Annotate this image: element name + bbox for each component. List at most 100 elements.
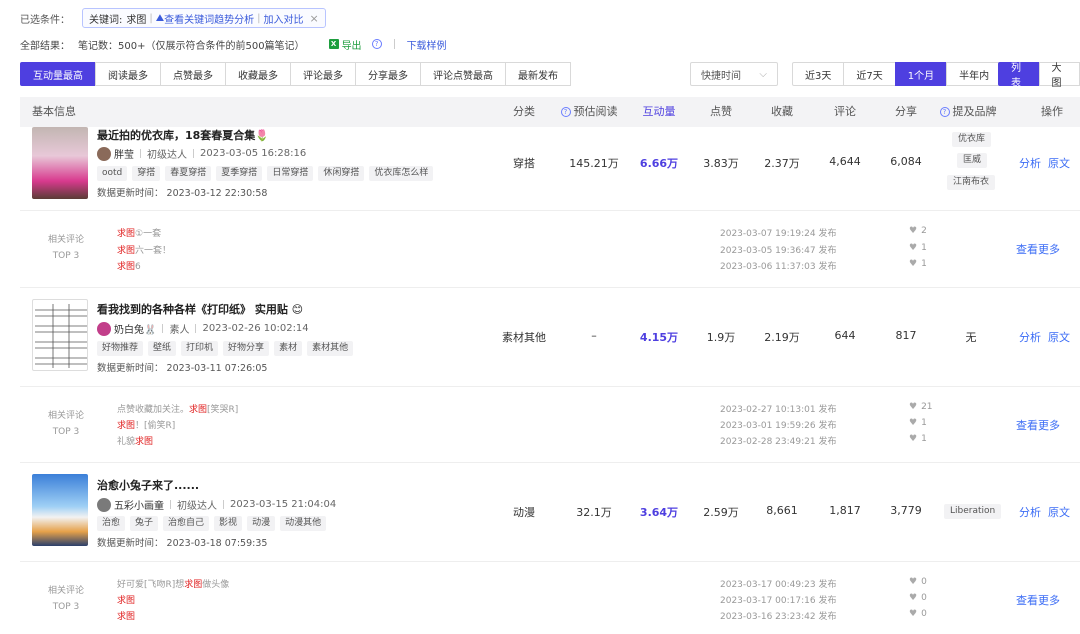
col-comments[interactable]: 评论 xyxy=(825,97,865,127)
comments-value: 1,817 xyxy=(829,504,861,517)
author-level: 素人 xyxy=(169,325,190,336)
brand-tag[interactable]: Liberation xyxy=(944,504,1002,519)
original-link[interactable]: 原文 xyxy=(1048,504,1070,520)
tag[interactable]: 动漫 xyxy=(247,516,276,531)
note-thumbnail[interactable] xyxy=(32,474,88,546)
est-read-value: – xyxy=(591,329,597,342)
tab-half-year[interactable]: 半年内 xyxy=(946,62,1003,86)
author-name[interactable]: 五彩小画童 xyxy=(114,497,164,512)
view-more-link[interactable]: 查看更多 xyxy=(1016,241,1060,257)
time-select[interactable]: 快捷时间 ⌵ xyxy=(690,62,778,86)
author-name[interactable]: 胖莹 xyxy=(114,146,134,161)
avatar[interactable] xyxy=(97,321,111,336)
heart-icon: ♥ xyxy=(909,259,918,269)
tab-3-days[interactable]: 近3天 xyxy=(792,62,845,86)
author-name[interactable]: 奶白兔🐰 xyxy=(114,321,156,336)
comment-text: 求图 xyxy=(117,596,136,606)
tab-sort-comments[interactable]: 评论最多 xyxy=(290,62,356,86)
top-comments: 相关评论 TOP 3 求图①一套 求图六一套！ 求图6 2023-03-07 19… xyxy=(20,222,1080,282)
avatar[interactable] xyxy=(97,146,111,161)
excel-icon: X xyxy=(328,39,339,49)
download-sample-link[interactable]: 下载样例 xyxy=(407,37,447,52)
interaction-value: 6.66万 xyxy=(639,157,679,170)
note-thumbnail[interactable] xyxy=(32,299,88,371)
tag[interactable]: 休闲穿搭 xyxy=(318,166,365,181)
original-link[interactable]: 原文 xyxy=(1048,329,1070,345)
tag[interactable]: 治愈自己 xyxy=(163,516,210,531)
help-icon[interactable]: ? xyxy=(371,39,382,49)
col-category: 分类 xyxy=(513,105,535,118)
analyze-link[interactable]: 分析 xyxy=(1019,504,1041,520)
col-collects[interactable]: 收藏 xyxy=(762,97,802,127)
tag[interactable]: 优衣库怎么样 xyxy=(369,166,434,181)
note-title[interactable]: 治愈小兔子来了...... xyxy=(97,477,199,493)
comment-likes: ♥ 21 xyxy=(909,402,933,412)
col-shares[interactable]: 分享 xyxy=(886,97,926,127)
tab-sort-latest[interactable]: 最新发布 xyxy=(505,62,571,86)
note-title[interactable]: 看我找到的各种各样《打印纸》 实用贴 😊 xyxy=(97,301,303,317)
interaction-value: 4.15万 xyxy=(639,331,679,344)
view-more-link[interactable]: 查看更多 xyxy=(1016,592,1060,608)
tag[interactable]: 好物分享 xyxy=(223,341,270,356)
brand-tag[interactable]: 优衣库 xyxy=(952,132,992,147)
category-value: 动漫 xyxy=(513,506,535,519)
original-link[interactable]: 原文 xyxy=(1048,155,1070,171)
tab-sort-likes[interactable]: 点赞最多 xyxy=(160,62,226,86)
view-list-button[interactable]: 列表 xyxy=(998,62,1040,89)
chevron-down-icon: ⌵ xyxy=(759,68,767,80)
tab-sort-reads[interactable]: 阅读最多 xyxy=(95,62,161,86)
trend-analysis-link[interactable]: 查看关键词趋势分析 xyxy=(164,11,254,26)
comment-date: 2023-03-17 00:17:16 发布 xyxy=(720,596,837,606)
tab-sort-comment-likes[interactable]: 评论点赞最高 xyxy=(420,62,506,86)
tag[interactable]: 素材 xyxy=(274,341,303,356)
tag[interactable]: 打印机 xyxy=(181,341,219,356)
tag[interactable]: 穿搭 xyxy=(132,166,161,181)
comment-date: 2023-03-05 19:36:47 发布 xyxy=(720,246,837,256)
note-thumbnail[interactable] xyxy=(32,127,88,199)
collects-value: 2.19万 xyxy=(764,331,800,344)
tag[interactable]: 日常穿搭 xyxy=(267,166,314,181)
tab-sort-interaction[interactable]: 互动量最高 xyxy=(20,62,96,86)
tab-sort-collects[interactable]: 收藏最多 xyxy=(225,62,291,86)
col-interaction[interactable]: 互动量 xyxy=(637,97,681,127)
selected-filters-label: 已选条件： xyxy=(20,14,70,26)
analyze-link[interactable]: 分析 xyxy=(1019,155,1041,171)
avatar[interactable] xyxy=(97,497,111,512)
view-grid-button[interactable]: 大图 xyxy=(1038,62,1080,89)
tab-7-days[interactable]: 近7天 xyxy=(843,62,896,86)
col-likes[interactable]: 点赞 xyxy=(701,97,741,127)
tag[interactable]: 兔子 xyxy=(130,516,159,531)
category-value: 素材其他 xyxy=(502,331,546,344)
view-more-link[interactable]: 查看更多 xyxy=(1016,417,1060,433)
analyze-link[interactable]: 分析 xyxy=(1019,329,1041,345)
tag[interactable]: 影视 xyxy=(214,516,243,531)
note-title[interactable]: 最近拍的优衣库，18套春夏合集🌷 xyxy=(97,127,269,143)
comments-value: 644 xyxy=(834,329,856,342)
tag[interactable]: 动漫其他 xyxy=(280,516,327,531)
add-compare-link[interactable]: 加入对比 xyxy=(264,11,304,26)
collects-value: 2.37万 xyxy=(764,157,800,170)
tab-1-month[interactable]: 1个月 xyxy=(894,62,948,86)
tab-sort-shares[interactable]: 分享最多 xyxy=(355,62,421,86)
tag[interactable]: 素材其他 xyxy=(307,341,354,356)
export-button[interactable]: X 导出 xyxy=(328,37,362,52)
publish-time: 2023-03-15 21:04:04 xyxy=(230,499,337,510)
comment-likes: ♥ 0 xyxy=(909,593,927,603)
brand-tag[interactable]: 江南布衣 xyxy=(947,175,996,190)
col-est-read[interactable]: ? 预估阅读 xyxy=(554,97,624,127)
tag[interactable]: 夏季穿搭 xyxy=(216,166,263,181)
author-level: 初级达人 xyxy=(177,501,217,512)
tag[interactable]: ootd xyxy=(97,166,128,181)
brand-tag[interactable]: 匡威 xyxy=(957,153,988,168)
tag[interactable]: 治愈 xyxy=(97,516,126,531)
heart-icon: ♥ xyxy=(909,577,918,587)
author-line: 胖莹 初级达人 2023-03-05 16:28:16 xyxy=(97,146,306,161)
comment-date: 2023-03-07 19:19:24 发布 xyxy=(720,229,837,239)
close-icon[interactable]: × xyxy=(310,12,319,25)
tag[interactable]: 春夏穿搭 xyxy=(165,166,212,181)
tag[interactable]: 好物推荐 xyxy=(97,341,144,356)
heart-icon: ♥ xyxy=(909,593,918,603)
comments-value: 4,644 xyxy=(829,155,861,168)
tag[interactable]: 壁纸 xyxy=(148,341,177,356)
heart-icon: ♥ xyxy=(909,609,918,619)
